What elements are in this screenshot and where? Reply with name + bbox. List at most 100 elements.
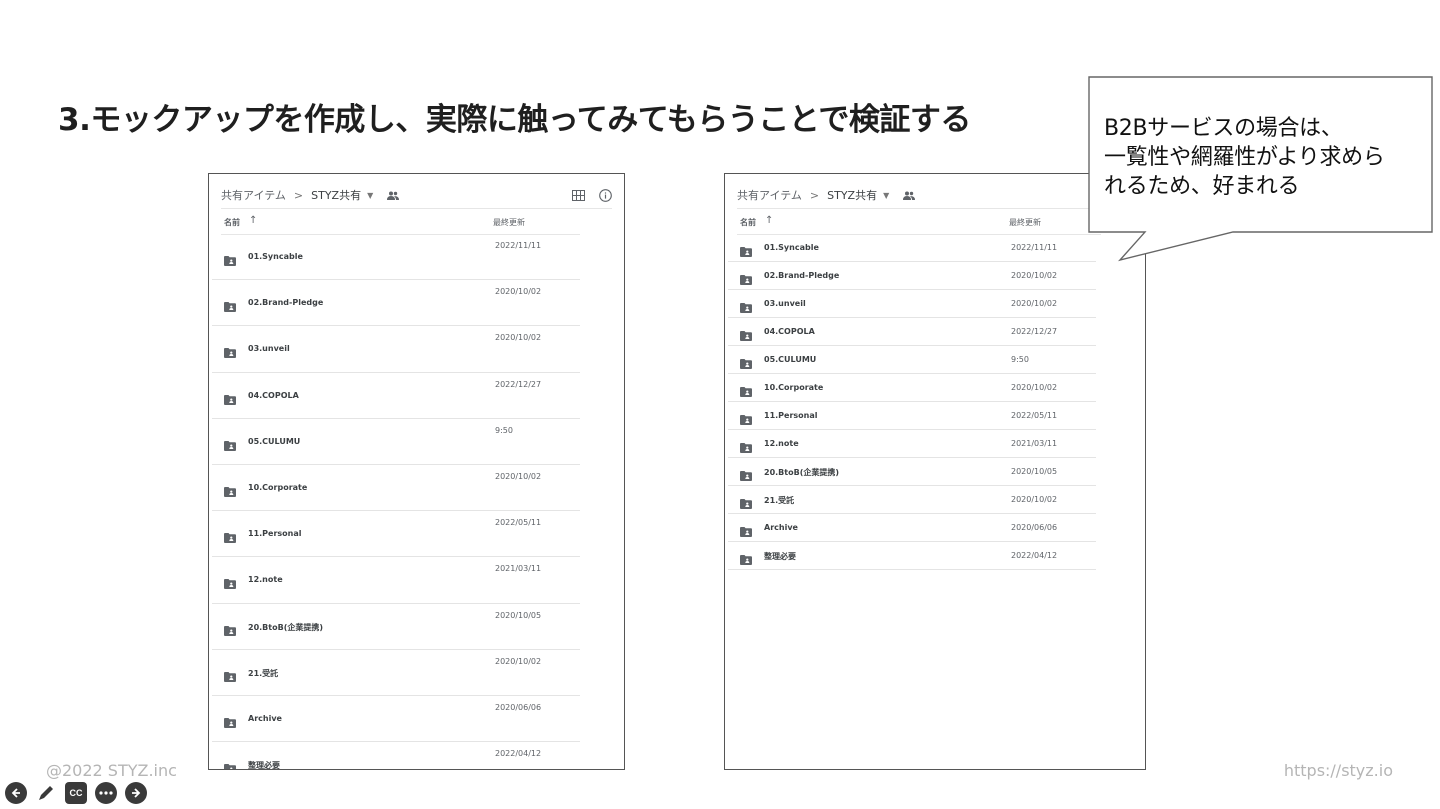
shared-folder-icon: [224, 621, 236, 636]
file-row[interactable]: 整理必要 2022/04/12: [212, 742, 580, 770]
folder-name: 整理必要: [248, 761, 280, 770]
last-modified: 2020/10/02: [1011, 383, 1058, 392]
folder-name: 02.Brand-Pledge: [248, 298, 324, 308]
folder-name: 12.note: [764, 439, 799, 448]
file-row[interactable]: 整理必要 2022/04/12: [728, 542, 1096, 570]
file-row[interactable]: 05.CULUMU 9:50: [728, 346, 1096, 374]
file-row[interactable]: 10.Corporate 2020/10/02: [728, 374, 1096, 402]
sort-arrow-icon[interactable]: ↑: [249, 215, 257, 226]
column-modified[interactable]: 最終更新: [1009, 217, 1041, 228]
file-row[interactable]: 11.Personal 2022/05/11: [212, 511, 580, 558]
column-modified[interactable]: 最終更新: [493, 217, 525, 228]
player-controls: CC: [5, 782, 147, 804]
folder-name: 21.受託: [764, 496, 795, 505]
callout-line: 一覧性や網羅性がより求めら: [1104, 145, 1385, 170]
shared-folder-icon: [224, 251, 236, 266]
sort-arrow-icon[interactable]: ↑: [765, 215, 773, 226]
folder-name: 11.Personal: [248, 529, 302, 539]
file-row[interactable]: 01.Syncable 2022/11/11: [728, 234, 1096, 262]
last-modified: 2022/12/27: [1011, 327, 1058, 336]
breadcrumb-current-folder[interactable]: STYZ共有: [311, 187, 361, 203]
shared-folder-icon: [740, 270, 752, 285]
captions-icon[interactable]: CC: [65, 782, 87, 804]
last-modified: 2022/11/11: [495, 241, 542, 250]
shared-folder-icon: [740, 326, 752, 341]
copyright: @2022 STYZ.inc: [46, 761, 177, 780]
last-modified: 9:50: [495, 425, 513, 435]
shared-folder-icon: [740, 522, 752, 537]
last-modified: 2022/04/12: [495, 749, 542, 759]
file-row[interactable]: 11.Personal 2022/05/11: [728, 402, 1096, 430]
file-row[interactable]: 10.Corporate 2020/10/02: [212, 465, 580, 512]
chevron-down-icon[interactable]: ▼: [367, 191, 373, 200]
back-icon[interactable]: [5, 782, 27, 804]
file-row[interactable]: 01.Syncable 2022/11/11: [212, 234, 580, 281]
file-row[interactable]: Archive 2020/06/06: [212, 696, 580, 743]
folder-name: 01.Syncable: [248, 252, 303, 261]
drive-list-compact: 共有アイテム > STYZ共有 ▼ 名前 ↑ 最終更新 01.Syncable 2…: [724, 173, 1146, 770]
last-modified: 2020/10/02: [1011, 271, 1058, 280]
shared-folder-icon: [740, 466, 752, 481]
shared-folder-icon: [224, 713, 236, 728]
shared-people-icon: [903, 191, 916, 200]
folder-name: 11.Personal: [764, 411, 818, 420]
file-row[interactable]: Archive 2020/06/06: [728, 514, 1096, 542]
breadcrumb-shared-items[interactable]: 共有アイテム: [221, 187, 286, 203]
breadcrumb-separator: >: [293, 188, 304, 202]
file-row[interactable]: 04.COPOLA 2022/12/27: [728, 318, 1096, 346]
folder-name: 04.COPOLA: [764, 327, 815, 336]
folder-name: 03.unveil: [248, 344, 290, 354]
shared-folder-icon: [224, 528, 236, 544]
column-name[interactable]: 名前: [740, 217, 756, 228]
file-row[interactable]: 20.BtoB(企業提携) 2020/10/05: [728, 458, 1096, 486]
footer-url[interactable]: https://styz.io: [1284, 761, 1393, 780]
shared-folder-icon: [740, 410, 752, 425]
file-row[interactable]: 21.受託 2020/10/02: [728, 486, 1096, 514]
shared-folder-icon: [740, 494, 752, 509]
last-modified: 2022/05/11: [1011, 411, 1058, 420]
folder-name: 05.CULUMU: [248, 436, 301, 446]
drive-list-spacious: 共有アイテム > STYZ共有 ▼ 名前 ↑ 最終更新 01.Syncable 2…: [208, 173, 625, 770]
file-row[interactable]: 12.note 2021/03/11: [212, 557, 580, 604]
last-modified: 2021/03/11: [495, 564, 542, 574]
folder-name: 02.Brand-Pledge: [764, 271, 840, 280]
shared-folder-icon: [740, 382, 752, 397]
callout-line: れるため、好まれる: [1104, 174, 1300, 199]
column-name[interactable]: 名前: [224, 217, 240, 228]
file-row[interactable]: 03.unveil 2020/10/02: [728, 290, 1096, 318]
last-modified: 2020/10/05: [1011, 467, 1058, 476]
file-row[interactable]: 20.BtoB(企業提携) 2020/10/05: [212, 604, 580, 650]
pen-icon[interactable]: [35, 782, 57, 804]
breadcrumb-current-folder[interactable]: STYZ共有: [827, 187, 877, 203]
forward-icon[interactable]: [125, 782, 147, 804]
file-row[interactable]: 02.Brand-Pledge 2020/10/02: [212, 280, 580, 327]
info-icon[interactable]: [599, 188, 612, 202]
chevron-down-icon[interactable]: ▼: [883, 191, 889, 200]
breadcrumb: 共有アイテム > STYZ共有 ▼: [221, 182, 612, 209]
breadcrumb-shared-items[interactable]: 共有アイテム: [737, 187, 802, 203]
callout-text: B2Bサービスの場合は、 一覧性や網羅性がより求めら れるため、好まれる: [1104, 114, 1424, 201]
column-header: 名前 ↑ 最終更新: [221, 212, 580, 235]
last-modified: 2020/10/02: [495, 656, 542, 666]
last-modified: 2020/10/02: [1011, 299, 1058, 308]
more-icon[interactable]: [95, 782, 117, 804]
last-modified: 2021/03/11: [1011, 439, 1058, 448]
last-modified: 9:50: [1011, 355, 1029, 364]
file-row[interactable]: 21.受託 2020/10/02: [212, 650, 580, 696]
last-modified: 2020/06/06: [1011, 523, 1058, 532]
file-row[interactable]: 02.Brand-Pledge 2020/10/02: [728, 262, 1096, 290]
file-list: 01.Syncable 2022/11/11 02.Brand-Pledge 2020…: [212, 234, 580, 770]
shared-folder-icon: [224, 343, 236, 359]
file-row[interactable]: 04.COPOLA 2022/12/27: [212, 373, 580, 419]
last-modified: 2020/10/02: [495, 333, 542, 343]
shared-folder-icon: [224, 667, 236, 682]
last-modified: 2020/10/02: [495, 471, 542, 481]
file-row[interactable]: 12.note 2021/03/11: [728, 430, 1096, 458]
file-row[interactable]: 03.unveil 2020/10/02: [212, 326, 580, 373]
folder-name: 03.unveil: [764, 299, 806, 308]
grid-view-icon[interactable]: [572, 189, 585, 201]
shared-folder-icon: [740, 354, 752, 369]
shared-folder-icon: [224, 482, 236, 497]
folder-name: 20.BtoB(企業提携): [248, 622, 323, 632]
file-row[interactable]: 05.CULUMU 9:50: [212, 419, 580, 465]
